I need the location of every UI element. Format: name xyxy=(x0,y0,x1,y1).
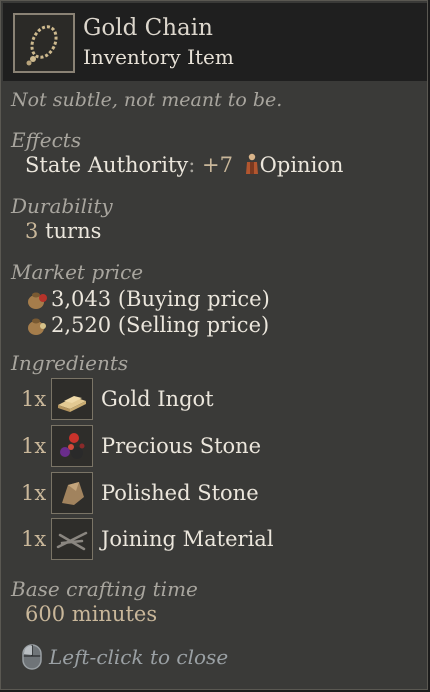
item-title: Gold Chain xyxy=(83,15,213,41)
close-hint-text: Left-click to close xyxy=(49,645,229,669)
buy-price-value: 3,043 xyxy=(51,287,112,311)
precious-stone-icon xyxy=(51,425,93,467)
ingredient-qty: 1x xyxy=(21,527,47,551)
crafting-time-value: 600 xyxy=(25,602,66,626)
crafting-time-line: 600 minutes xyxy=(25,602,157,626)
ingredient-row: 1x Gold Ingot xyxy=(21,377,214,421)
ingredient-name: Polished Stone xyxy=(101,481,259,505)
tooltip-header: Gold Chain Inventory Item xyxy=(3,3,427,81)
crafting-time-heading: Base crafting time xyxy=(11,577,198,601)
flavor-text: Not subtle, not meant to be. xyxy=(11,89,283,111)
effects-heading: Effects xyxy=(11,128,82,152)
ingredient-name: Gold Ingot xyxy=(101,387,214,411)
ingredient-row: 1x Precious Stone xyxy=(21,424,261,468)
ingredient-name: Precious Stone xyxy=(101,434,262,458)
crafting-time-unit: minutes xyxy=(71,602,158,626)
ingredients-heading: Ingredients xyxy=(11,351,129,375)
polished-stone-icon xyxy=(51,472,93,514)
effect-name: State Authority xyxy=(25,153,189,177)
effect-target: Opinion xyxy=(259,153,344,177)
sell-price-label: (Selling price) xyxy=(117,313,270,337)
gold-chain-icon xyxy=(13,13,75,73)
ingredient-qty: 1x xyxy=(21,434,47,458)
effect-separator: : xyxy=(188,153,196,177)
coin-pouch-icon xyxy=(25,314,51,336)
durability-unit: turns xyxy=(45,219,102,243)
durability-line: 3 turns xyxy=(25,219,101,243)
gold-ingot-icon xyxy=(51,378,93,420)
item-tooltip: Gold Chain Inventory Item Not subtle, no… xyxy=(0,0,428,690)
buy-price-label: (Buying price) xyxy=(117,287,270,311)
ingredient-row: 1x Joining Material xyxy=(21,517,274,561)
close-hint[interactable]: Left-click to close xyxy=(21,643,228,671)
character-icon xyxy=(244,153,260,175)
market-price-heading: Market price xyxy=(11,260,144,284)
joining-material-icon xyxy=(51,518,93,560)
coin-pouch-icon xyxy=(25,288,51,310)
durability-heading: Durability xyxy=(11,194,113,218)
mouse-icon xyxy=(21,643,43,671)
buy-price-row: 3,043 (Buying price) xyxy=(25,287,270,311)
effect-line: State Authority: +7 Opinion xyxy=(25,153,343,177)
effect-value: +7 xyxy=(202,153,233,177)
ingredient-name: Joining Material xyxy=(101,527,274,551)
sell-price-row: 2,520 (Selling price) xyxy=(25,313,269,337)
durability-value: 3 xyxy=(25,219,39,243)
item-type: Inventory Item xyxy=(83,45,234,69)
ingredient-qty: 1x xyxy=(21,387,47,411)
ingredient-qty: 1x xyxy=(21,481,47,505)
ingredient-row: 1x Polished Stone xyxy=(21,471,259,515)
sell-price-value: 2,520 xyxy=(51,313,112,337)
